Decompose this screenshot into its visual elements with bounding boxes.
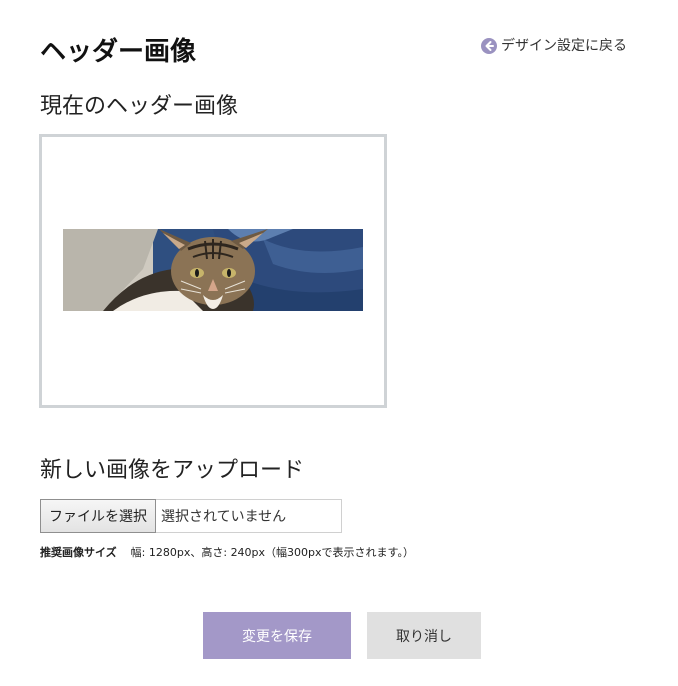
arrow-left-circle-icon (481, 38, 497, 54)
file-status: 選択されていません (161, 509, 287, 525)
hint-label: 推奨画像サイズ (40, 546, 117, 559)
file-input[interactable]: ファイルを選択 選択されていません (40, 499, 342, 533)
upload-heading: 新しい画像をアップロード (40, 458, 305, 483)
header-preview-frame (39, 134, 387, 408)
current-header-heading: 現在のヘッダー画像 (40, 94, 239, 119)
page-title: ヘッダー画像 (40, 37, 197, 67)
hint-text: 幅: 1280px、高さ: 240px（幅300pxで表示されます。） (130, 546, 414, 559)
back-link-label: デザイン設定に戻る (501, 38, 627, 54)
save-button[interactable]: 変更を保存 (203, 612, 351, 659)
back-to-design-settings-link[interactable]: デザイン設定に戻る (481, 36, 627, 56)
cancel-button[interactable]: 取り消し (367, 612, 481, 659)
current-header-image (63, 229, 363, 311)
recommended-size-hint: 推奨画像サイズ 幅: 1280px、高さ: 240px（幅300pxで表示されま… (40, 545, 414, 561)
choose-file-button[interactable]: ファイルを選択 (40, 499, 156, 533)
